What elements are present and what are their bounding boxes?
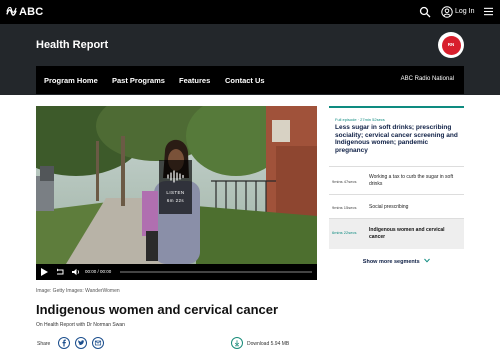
segment-item[interactable]: 9mins 47secs Working a tax to curb the s… — [329, 166, 464, 194]
listen-overlay[interactable]: LISTEN 6m 22s — [159, 160, 192, 214]
user-icon[interactable] — [441, 6, 453, 18]
article-title: Indigenous women and cervical cancer — [36, 302, 279, 317]
nav-program-home[interactable]: Program Home — [44, 76, 98, 85]
abc-wave-icon — [6, 6, 17, 16]
audio-wave-icon — [167, 170, 184, 183]
segment-item-active[interactable]: 6mins 22secs Indigenous women and cervic… — [329, 218, 464, 249]
listen-label: LISTEN — [166, 190, 185, 195]
logo-text: ABC — [19, 6, 44, 18]
segment-duration: 9mins 47secs — [332, 179, 357, 184]
abc-radio-national-link[interactable]: ABC Radio National — [401, 76, 454, 82]
download-label[interactable]: Download 5.94 MB — [247, 341, 289, 347]
nav-features[interactable]: Features — [179, 76, 210, 85]
show-more-label: Show more segments — [362, 259, 420, 265]
article-byline: On Health Report with Dr Norman Swan — [36, 322, 125, 328]
facebook-icon — [62, 339, 66, 347]
time-display: 00:00 / 00:00 — [85, 269, 112, 274]
show-more-segments[interactable]: Show more segments — [329, 258, 464, 265]
program-title[interactable]: Health Report — [36, 39, 108, 51]
menu-icon[interactable] — [484, 7, 493, 16]
abc-logo[interactable]: ABC — [6, 5, 43, 19]
listen-duration: 6m 22s — [166, 198, 185, 203]
share-label: Share — [37, 341, 51, 347]
segment-item[interactable]: 9mins 15secs Social prescribing — [329, 194, 464, 218]
program-nav: Program Home Past Programs Features Cont… — [36, 66, 464, 94]
rn-badge[interactable]: RN — [438, 32, 464, 58]
email-share-button[interactable] — [92, 337, 104, 349]
nav-contact-us[interactable]: Contact Us — [225, 76, 265, 85]
player-controls: 00:00 / 00:00 — [36, 264, 317, 280]
media-player[interactable]: LISTEN 6m 22s 00:00 / 00:00 — [36, 106, 317, 280]
facebook-share-button[interactable] — [58, 337, 70, 349]
progress-bar[interactable] — [120, 271, 312, 273]
play-icon[interactable] — [41, 268, 48, 276]
twitter-share-button[interactable] — [75, 337, 87, 349]
chevron-down-icon — [424, 258, 431, 263]
top-bar: ABC Log In — [0, 0, 500, 24]
volume-icon[interactable] — [72, 268, 80, 276]
segment-title[interactable]: Social prescribing — [369, 204, 459, 211]
download-icon — [234, 340, 240, 347]
full-episode-card[interactable]: Full episode · 27min 52secs Less sugar i… — [329, 106, 464, 166]
image-caption: Image: Getty Images: WanderWomen — [36, 288, 120, 294]
segment-title[interactable]: Indigenous women and cervical cancer — [369, 227, 459, 240]
segment-duration: 9mins 15secs — [332, 205, 357, 210]
segment-duration: 6mins 22secs — [332, 230, 357, 235]
full-episode-meta: Full episode · 27min 52secs — [335, 117, 385, 122]
login-link[interactable]: Log In — [455, 8, 474, 15]
email-icon — [94, 340, 102, 346]
full-episode-headline[interactable]: Less sugar in soft drinks; prescribing s… — [335, 124, 460, 154]
segment-title[interactable]: Working a tax to curb the sugar in soft … — [369, 174, 459, 187]
twitter-icon — [78, 340, 85, 346]
nav-past-programs[interactable]: Past Programs — [112, 76, 165, 85]
replay-icon[interactable] — [56, 268, 64, 276]
search-icon[interactable] — [419, 6, 431, 18]
rn-badge-text: RN — [441, 35, 461, 55]
download-button[interactable] — [231, 337, 243, 349]
